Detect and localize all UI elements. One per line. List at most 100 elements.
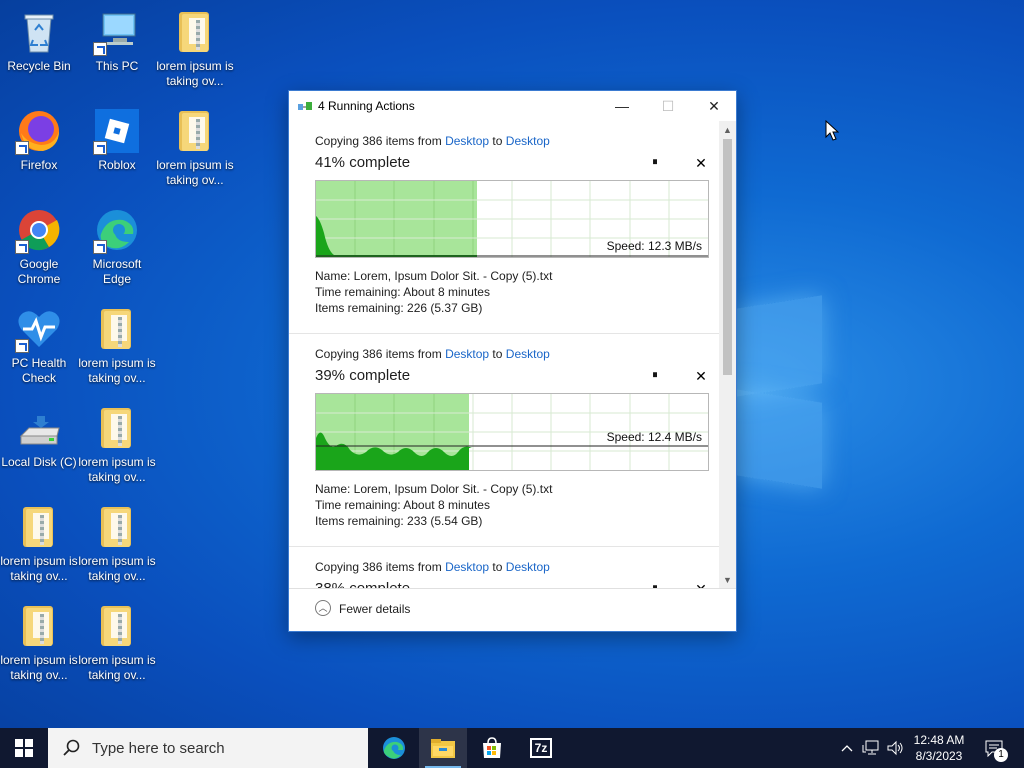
desktop-icon-label: This PC [95,59,139,73]
time-remaining: Time remaining: About 8 minutes [315,498,490,512]
fewer-details-button[interactable]: Fewer details [339,602,410,616]
window-titlebar[interactable]: 4 Running Actions — ☐ ✕ [289,91,736,121]
destination-link[interactable]: Desktop [506,134,550,148]
vertical-scrollbar[interactable]: ▲ ▼ [719,121,736,589]
scrollbar-thumb[interactable] [723,139,732,375]
source-link[interactable]: Desktop [445,347,489,361]
desktop-icon-folder[interactable]: lorem ipsum is taking ov... [0,503,78,584]
operations-list: Copying 386 items from Desktop to Deskto… [289,121,719,589]
taskbar-clock[interactable]: 12:48 AM 8/3/2023 [906,732,972,764]
search-placeholder: Type here to search [92,739,225,757]
cancel-button[interactable]: ✕ [693,368,709,384]
folder-icon [15,503,63,551]
speed-label: Speed: 12.4 MB/s [606,430,702,444]
desktop-icon-folder[interactable]: lorem ipsum is taking ov... [78,503,156,584]
time-remaining: Time remaining: About 8 minutes [315,285,490,299]
notification-badge: 1 [994,748,1008,762]
scroll-up-icon[interactable]: ▲ [719,123,736,137]
desktop-icon-label: Microsoft Edge [92,257,142,286]
desktop-icon-label: Local Disk (C) [1,455,77,469]
minimize-icon: — [615,98,629,114]
notification-center-button[interactable]: 1 [978,728,1010,768]
percent-complete: 41% complete [315,154,411,171]
desktop-icon-label: Roblox [98,158,136,172]
percent-complete: 39% complete [315,367,411,384]
shortcut-arrow-icon [15,141,29,155]
desktop-icon-this-pc[interactable]: This PC [78,8,156,74]
desktop-icon-label: lorem ipsum is taking ov... [0,653,78,682]
shortcut-arrow-icon [93,141,107,155]
shortcut-arrow-icon [93,240,107,254]
operation-details: Name: Lorem, Ipsum Dolor Sit. - Copy (5)… [315,481,552,529]
source-link[interactable]: Desktop [445,134,489,148]
show-hidden-icons-button[interactable] [836,728,858,768]
roblox-icon [93,107,141,155]
desktop-icon-firefox[interactable]: Firefox [0,107,78,173]
taskbar-edge-button[interactable] [370,728,418,768]
edge-icon [383,737,405,759]
folder-icon [93,602,141,650]
edge-icon [93,206,141,254]
desktop-icon-label: PC Health Check [11,356,67,385]
file-operation-window: 4 Running Actions — ☐ ✕ Copying 386 item… [288,90,737,632]
scroll-down-icon[interactable]: ▼ [719,573,736,587]
store-icon [483,737,501,758]
desktop-icon-label: lorem ipsum is taking ov... [156,158,234,187]
taskbar-search-box[interactable]: Type here to search [48,728,368,768]
desktop-icon-folder[interactable]: lorem ipsum is taking ov... [0,602,78,683]
desktop-icon-label: lorem ipsum is taking ov... [78,356,156,385]
to-word: to [489,347,506,361]
search-icon [62,739,80,757]
desktop-icon-folder[interactable]: lorem ipsum is taking ov... [78,602,156,683]
close-icon: ✕ [708,97,720,114]
folder-icon [171,8,219,56]
volume-button[interactable] [884,728,906,768]
cancel-button[interactable]: ✕ [693,155,709,171]
taskbar-store-button[interactable] [468,728,516,768]
desktop-icon-folder[interactable]: lorem ipsum is taking ov... [78,305,156,386]
pc-health-icon [15,305,63,353]
chrome-icon [15,206,63,254]
chevron-up-icon[interactable]: ︿ [315,600,331,616]
items-remaining: Items remaining: 233 (5.54 GB) [315,514,483,528]
firefox-icon [15,107,63,155]
desktop-icon-edge[interactable]: Microsoft Edge [78,206,156,287]
start-button[interactable] [0,728,48,768]
pause-button[interactable]: ⏸ [647,156,663,172]
operation-details: Name: Lorem, Ipsum Dolor Sit. - Copy (5)… [315,268,552,316]
desktop-icon-folder[interactable]: lorem ipsum is taking ov... [78,404,156,485]
desktop-icon-roblox[interactable]: Roblox [78,107,156,173]
chevron-up-icon [841,745,853,752]
desktop-icon-chrome[interactable]: Google Chrome [0,206,78,287]
source-link[interactable]: Desktop [445,560,489,574]
7zip-icon: 7z [530,738,552,758]
maximize-icon: ☐ [661,97,675,114]
wallpaper-windows-logo [736,288,826,489]
cancel-icon: ✕ [695,155,707,171]
pause-button[interactable]: ⏸ [647,369,663,385]
destination-link[interactable]: Desktop [506,347,550,361]
taskbar-7zip-button[interactable]: 7z [517,728,565,768]
disk-icon [15,404,63,452]
operation-description: Copying 386 items from Desktop to Deskto… [315,134,550,148]
desktop-icon-label: lorem ipsum is taking ov... [156,59,234,88]
network-button[interactable] [860,728,882,768]
desktop-icon-folder[interactable]: lorem ipsum is taking ov... [156,8,234,89]
volume-icon [887,740,903,756]
pause-icon: ⏸ [652,369,658,381]
desktop-icon-recycle-bin[interactable]: Recycle Bin [0,8,78,74]
taskbar-file-explorer-button[interactable] [419,728,467,768]
close-button[interactable]: ✕ [691,91,737,121]
desktop-icon-label: lorem ipsum is taking ov... [0,554,78,583]
minimize-button[interactable]: — [599,91,645,121]
desktop-icon-folder[interactable]: lorem ipsum is taking ov... [156,107,234,188]
folder-icon [15,602,63,650]
desktop-icon-pc-health-check[interactable]: PC Health Check [0,305,78,386]
desktop-icon-label: Firefox [20,158,58,172]
speed-label: Speed: 12.3 MB/s [606,239,702,253]
maximize-button[interactable]: ☐ [645,91,691,121]
destination-link[interactable]: Desktop [506,560,550,574]
desktop-icon-local-disk[interactable]: Local Disk (C) [0,404,78,470]
operation-description: Copying 386 items from Desktop to Deskto… [315,560,550,574]
desktop-icon-label: lorem ipsum is taking ov... [78,455,156,484]
